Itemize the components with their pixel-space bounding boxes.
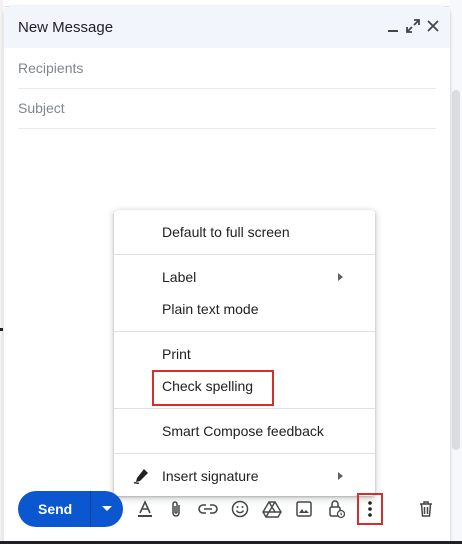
menu-item-print[interactable]: Print — [114, 338, 375, 370]
compose-title: New Message — [18, 19, 114, 36]
close-icon[interactable] — [424, 17, 442, 35]
submenu-arrow-icon — [338, 472, 343, 480]
menu-item-plain-text-mode[interactable]: Plain text mode — [114, 293, 375, 325]
send-divider — [90, 491, 91, 527]
attach-file-icon[interactable] — [166, 499, 186, 519]
compose-header[interactable]: New Message — [4, 6, 450, 48]
minimize-icon[interactable] — [384, 17, 402, 35]
full-screen-icon[interactable] — [404, 17, 422, 35]
google-drive-icon[interactable] — [262, 499, 282, 519]
menu-divider — [114, 331, 375, 332]
recipients-placeholder: Recipients — [18, 60, 84, 76]
menu-item-insert-signature[interactable]: Insert signature — [114, 460, 375, 492]
more-options-menu: Default to full screen Label Plain text … — [114, 210, 375, 496]
background-mark — [0, 328, 3, 331]
insert-photo-icon[interactable] — [294, 499, 314, 519]
menu-divider — [114, 408, 375, 409]
subject-placeholder: Subject — [18, 100, 65, 116]
subject-field[interactable]: Subject — [18, 88, 436, 129]
menu-divider — [114, 254, 375, 255]
formatting-options-icon[interactable] — [135, 499, 155, 519]
menu-item-default-full-screen[interactable]: Default to full screen — [114, 216, 375, 248]
menu-item-smart-compose-feedback[interactable]: Smart Compose feedback — [114, 415, 375, 447]
insert-link-icon[interactable] — [198, 499, 218, 519]
discard-draft-icon[interactable] — [416, 499, 436, 519]
submenu-arrow-icon — [338, 273, 343, 281]
page-scrollbar[interactable] — [452, 90, 460, 450]
menu-item-label[interactable]: Label — [114, 261, 375, 293]
pen-icon — [132, 467, 150, 485]
confidential-mode-icon[interactable] — [326, 499, 346, 519]
more-options-highlight — [357, 493, 383, 525]
send-button[interactable]: Send — [18, 491, 123, 527]
send-options-icon[interactable] — [102, 506, 112, 511]
menu-divider — [114, 453, 375, 454]
check-spelling-highlight — [152, 370, 274, 406]
emoji-icon[interactable] — [230, 499, 250, 519]
recipients-field[interactable]: Recipients — [18, 48, 436, 89]
background-left — [0, 0, 3, 544]
